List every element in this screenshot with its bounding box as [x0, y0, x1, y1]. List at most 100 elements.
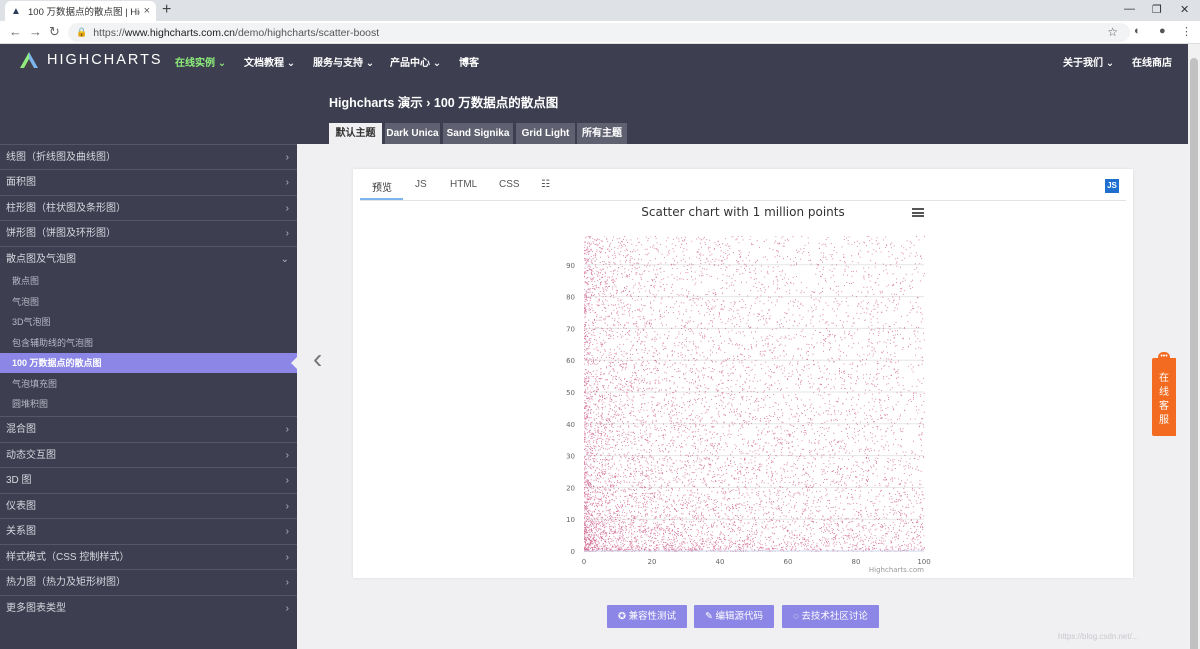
minimize-icon[interactable]: —	[1124, 3, 1135, 15]
tab-divider	[360, 200, 1126, 201]
sidebar-category[interactable]: 柱形图（柱状图及条形图） ›	[0, 195, 297, 220]
more-menu-icon[interactable]: ⋮	[1181, 25, 1192, 38]
x-tick-label: 80	[852, 558, 861, 566]
tab-html[interactable]: HTML	[450, 179, 477, 190]
y-tick-labels: 0 10 20 30 40 50 60 70 80 90 100	[562, 236, 575, 556]
previous-demo-arrow-icon[interactable]: ‹	[313, 345, 322, 373]
page-scrollbar[interactable]	[1188, 44, 1200, 649]
sidebar-subitem[interactable]: 3D气泡图	[0, 312, 297, 332]
credits-link[interactable]: Highcharts.com	[869, 566, 924, 574]
theme-tab-default[interactable]: 默认主题	[329, 123, 382, 144]
y-tick-label: 90	[566, 262, 575, 270]
browser-tab-bar: ▲ 100 万数据点的散点图 | Highcha × + — ❐ ✕	[0, 0, 1200, 21]
x-tick-label: 20	[648, 558, 657, 566]
y-tick-label: 10	[566, 516, 575, 524]
y-tick-label: 60	[566, 357, 575, 365]
y-tick-label: 40	[566, 421, 575, 429]
theme-tab-all[interactable]: 所有主题	[577, 123, 627, 144]
highcharts-logo-icon	[18, 50, 40, 70]
online-service-button[interactable]: ••• 在线客服	[1152, 352, 1176, 436]
tab-css[interactable]: CSS	[499, 179, 520, 190]
sidebar-category[interactable]: 关系图 ›	[0, 518, 297, 543]
back-icon[interactable]: ←	[9, 25, 22, 39]
browser-tab-title: 100 万数据点的散点图 | Highcha	[28, 7, 140, 18]
url-field[interactable]: 🔒 https://www.highcharts.com.cn/demo/hig…	[68, 23, 1130, 42]
sidebar-subitem[interactable]: 气泡图	[0, 292, 297, 312]
sidebar-subitem[interactable]: 包含辅助线的气泡图	[0, 333, 297, 353]
nav-services[interactable]: 服务与支持 ⌄	[313, 54, 374, 69]
sidebar-subitem[interactable]: 气泡填充图	[0, 374, 297, 394]
x-tick-label: 40	[716, 558, 725, 566]
nav-online-demos[interactable]: 在线实例 ⌄	[175, 54, 226, 69]
sidebar-category-open[interactable]: 散点图及气泡图 ⌄	[0, 246, 297, 271]
page-header: Highcharts 演示 › 100 万数据点的散点图 默认主题 Dark U…	[0, 76, 1188, 144]
sidebar-subitem[interactable]: 圆堆积图	[0, 394, 297, 414]
browser-tab[interactable]: ▲ 100 万数据点的散点图 | Highcha ×	[5, 1, 156, 21]
sidebar-category[interactable]: 线图（折线图及曲线图） ›	[0, 144, 297, 169]
chart-title: Scatter chart with 1 million points	[641, 205, 845, 219]
tab-preview[interactable]: 预览	[372, 179, 392, 194]
chevron-right-icon: ›	[285, 203, 289, 214]
edit-code-button[interactable]: ✎ 编辑源代码	[694, 605, 774, 628]
y-tick-label: 30	[566, 453, 575, 461]
close-tab-icon[interactable]: ×	[144, 5, 150, 17]
account-icon[interactable]: ●	[1159, 25, 1166, 37]
sidebar-category[interactable]: 混合图 ›	[0, 416, 297, 441]
watermark: https://blog.csdn.net/...	[1058, 632, 1139, 641]
tab-grid-icon[interactable]: ☷	[541, 179, 550, 190]
sidebar-subitem[interactable]: 散点图	[0, 271, 297, 291]
highcharts-favicon-icon: ▲	[11, 5, 21, 17]
chat-bubble-icon: •••	[1158, 352, 1170, 362]
jsfiddle-icon[interactable]: JS	[1105, 179, 1119, 193]
y-tick-label: 0	[571, 548, 575, 556]
x-tick-label: 100	[917, 558, 930, 566]
sidebar-subitem-active[interactable]: 100 万数据点的散点图	[0, 353, 297, 373]
sidebar-category[interactable]: 更多图表类型 ›	[0, 595, 297, 620]
chevron-right-icon: ›	[285, 577, 289, 588]
nav-docs[interactable]: 文档教程 ⌄	[244, 54, 295, 69]
y-tick-label: 20	[566, 484, 575, 492]
theme-tab-sand-signika[interactable]: Sand Signika	[443, 123, 513, 144]
scatter-plot[interactable]: 0 10 20 30 40 50 60 70 80 90 100 0 20 40 60 80 100 High…	[538, 236, 942, 576]
nav-about[interactable]: 关于我们 ⌄	[1063, 54, 1114, 69]
new-tab-icon[interactable]: +	[162, 2, 171, 18]
sidebar-category[interactable]: 仪表图 ›	[0, 493, 297, 518]
nav-products[interactable]: 产品中心 ⌄	[390, 54, 441, 69]
nav-shop[interactable]: 在线商店	[1132, 54, 1172, 69]
site-logo[interactable]: HIGHCHARTS	[18, 50, 163, 70]
sidebar-category[interactable]: 面积图 ›	[0, 169, 297, 194]
theme-tab-grid-light[interactable]: Grid Light	[516, 123, 575, 144]
chevron-right-icon: ›	[285, 603, 289, 614]
x-tick-label: 60	[784, 558, 793, 566]
tab-js[interactable]: JS	[415, 179, 427, 190]
nav-blog[interactable]: 博客	[459, 54, 479, 69]
chevron-right-icon: ›	[285, 152, 289, 163]
extension-icon[interactable]: ◐	[1134, 25, 1141, 37]
restore-icon[interactable]: ❐	[1152, 3, 1162, 16]
y-tick-label: 50	[566, 389, 575, 397]
url-text: https://www.highcharts.com.cn/demo/highc…	[93, 26, 380, 39]
sidebar-category[interactable]: 饼形图（饼图及环形图） ›	[0, 220, 297, 245]
sidebar-category[interactable]: 样式模式（CSS 控制样式） ›	[0, 544, 297, 569]
chevron-right-icon: ›	[285, 177, 289, 188]
chevron-down-icon: ⌄	[280, 254, 289, 265]
forward-icon[interactable]: →	[29, 25, 42, 39]
chart-menu-icon[interactable]	[912, 208, 924, 217]
chevron-right-icon: ›	[285, 424, 289, 435]
x-tick-labels: 0 20 40 60 80 100	[582, 558, 931, 566]
theme-tab-dark-unica[interactable]: Dark Unica	[385, 123, 440, 144]
sidebar-category[interactable]: 3D 图 ›	[0, 467, 297, 492]
reload-icon[interactable]: ↻	[49, 25, 60, 39]
bookmark-star-icon[interactable]: ☆	[1107, 25, 1118, 39]
sidebar: 线图（折线图及曲线图） › 面积图 › 柱形图（柱状图及条形图） › 饼形图（饼图及环…	[0, 144, 297, 649]
scrollbar-thumb[interactable]	[1190, 58, 1198, 649]
chevron-right-icon: ›	[285, 475, 289, 486]
compat-test-button[interactable]: ✪ 兼容性测试	[607, 605, 687, 628]
close-window-icon[interactable]: ✕	[1180, 3, 1189, 16]
chevron-right-icon: ›	[285, 501, 289, 512]
community-discuss-button[interactable]: ◌ 去技术社区讨论	[782, 605, 879, 628]
demo-card: 预览 JS HTML CSS ☷ JS Scatter chart with 1…	[353, 169, 1133, 578]
sidebar-category[interactable]: 动态交互图 ›	[0, 442, 297, 467]
sidebar-category[interactable]: 热力图（热力及矩形树图） ›	[0, 569, 297, 594]
chevron-right-icon: ›	[285, 552, 289, 563]
